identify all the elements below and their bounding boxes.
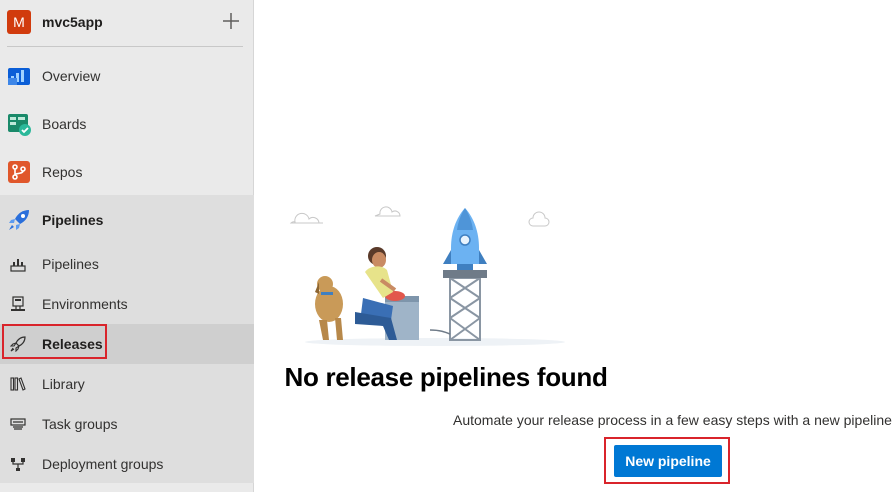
subnav-item-label: Releases: [42, 336, 103, 352]
add-icon[interactable]: [220, 10, 242, 32]
pipelines-rocket-icon: [10, 256, 26, 272]
subnav-item-label: Pipelines: [42, 256, 99, 272]
sidebar-item-label: Boards: [42, 116, 87, 132]
subnav-item-pipelines[interactable]: Pipelines: [0, 244, 254, 284]
subnav-item-releases[interactable]: Releases: [0, 324, 254, 364]
sidebar-item-label: Pipelines: [42, 212, 104, 228]
repos-icon: [7, 160, 31, 184]
subnav-item-environments[interactable]: Environments: [0, 284, 254, 324]
sidebar-item-overview[interactable]: Overview: [0, 52, 254, 100]
subnav-item-label: Environments: [42, 296, 128, 312]
environments-icon: [10, 296, 26, 312]
sidebar-item-boards[interactable]: Boards: [0, 100, 254, 148]
boards-icon: [7, 112, 31, 136]
overview-icon: [7, 64, 31, 88]
task-groups-icon: [10, 416, 26, 432]
subnav-item-label: Task groups: [42, 416, 118, 432]
releases-rocket-icon: [9, 336, 26, 353]
empty-state-subtitle: Automate your release process in a few e…: [453, 412, 892, 428]
sidebar-item-repos[interactable]: Repos: [0, 148, 254, 196]
empty-state-title: No release pipelines found: [284, 362, 608, 392]
sidebar-item-label: Overview: [42, 68, 101, 84]
sidebar-item-label: Repos: [42, 164, 83, 180]
deployment-groups-icon: [10, 456, 26, 472]
sidebar: M mvc5app Overview Boards Repos Pipeline…: [0, 0, 254, 492]
release-illustration: [285, 200, 565, 350]
project-header: M mvc5app: [0, 0, 254, 46]
subnav-item-label: Deployment groups: [42, 456, 164, 472]
new-pipeline-button[interactable]: New pipeline: [614, 445, 722, 477]
subnav-item-deployment-groups[interactable]: Deployment groups: [0, 444, 254, 484]
subnav-item-task-groups[interactable]: Task groups: [0, 404, 254, 444]
sidebar-item-pipelines[interactable]: Pipelines: [0, 196, 254, 244]
project-name[interactable]: mvc5app: [42, 14, 103, 30]
project-avatar[interactable]: M: [7, 10, 31, 34]
pipelines-icon: [7, 208, 31, 232]
divider: [7, 46, 243, 47]
